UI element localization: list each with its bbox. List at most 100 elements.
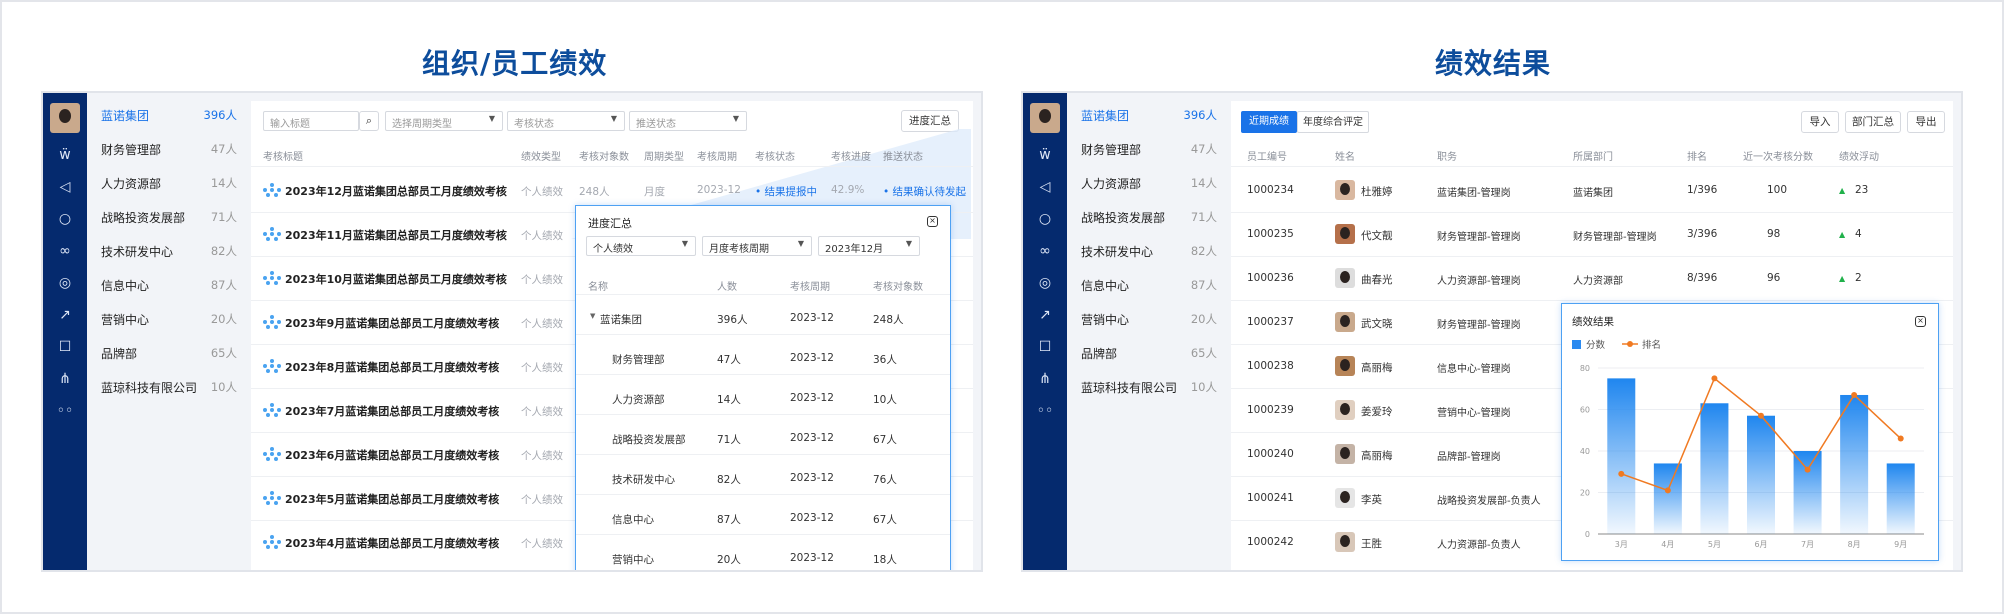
megaphone-icon[interactable]: ◁ [55, 177, 75, 197]
chart-icon[interactable]: ↗ [1035, 305, 1055, 325]
dept-item[interactable]: 营销中心 20人 [1081, 309, 1217, 329]
summary-row[interactable]: ▼ 蓝诺集团 396人 2023-12 248人 [576, 300, 950, 338]
dept-item[interactable]: 品牌部 65人 [101, 343, 237, 363]
dept-item[interactable]: 蓝琼科技有限公司 10人 [101, 377, 237, 397]
dept-item[interactable]: 技术研发中心 82人 [1081, 241, 1217, 261]
summary-objects: 36人 [873, 354, 897, 366]
target-icon[interactable]: ◎ [1035, 273, 1055, 293]
employee-name[interactable]: 代文靓 [1361, 228, 1393, 243]
employee-id: 1000241 [1247, 492, 1294, 504]
summary-row[interactable]: 营销中心 20人 2023-12 18人 [576, 540, 950, 570]
dept-item[interactable]: 战略投资发展部 71人 [101, 207, 237, 227]
dept-item[interactable]: 蓝诺集团 396人 [1081, 105, 1217, 125]
rank-point [1664, 487, 1671, 494]
org-icon[interactable]: ∞ [55, 241, 75, 261]
employee-name[interactable]: 姜爱玲 [1361, 404, 1393, 419]
employee-name[interactable]: 武文晓 [1361, 316, 1393, 331]
popup-col-people: 人数 [717, 282, 737, 293]
hierarchy-icon[interactable]: ⋔ [1035, 369, 1055, 389]
export-button[interactable]: 导出 [1907, 111, 1945, 133]
cycle-type-select[interactable]: 选择周期类型 ▼ [385, 111, 503, 131]
dept-item[interactable]: 品牌部 65人 [1081, 343, 1217, 363]
org-dots-icon [263, 315, 281, 329]
dept-item[interactable]: 蓝诺集团 396人 [101, 105, 237, 125]
x-tick-label: 8月 [1848, 540, 1861, 549]
dept-item[interactable]: 财务管理部 47人 [1081, 139, 1217, 159]
import-button[interactable]: 导入 [1801, 111, 1839, 133]
dept-item[interactable]: 人力资源部 14人 [101, 173, 237, 193]
summary-name: 技术研发中心 [612, 474, 675, 486]
push-status-select[interactable]: 推送状态 ▼ [629, 111, 747, 131]
summary-objects: 10人 [873, 394, 897, 406]
assessment-title[interactable]: 2023年10月蓝诺集团总部员工月度绩效考核 [285, 271, 507, 287]
dept-item[interactable]: 营销中心 20人 [101, 309, 237, 329]
assessment-title[interactable]: 2023年11月蓝诺集团总部员工月度绩效考核 [285, 227, 507, 243]
edit-icon[interactable]: ☐ [1035, 337, 1055, 357]
caret-down-icon[interactable]: ▼ [590, 312, 595, 320]
dept-item[interactable]: 技术研发中心 82人 [101, 241, 237, 261]
employee-name[interactable]: 王胜 [1361, 536, 1382, 551]
assessment-title[interactable]: 2023年7月蓝诺集团总部员工月度绩效考核 [285, 403, 499, 419]
dept-item[interactable]: 信息中心 87人 [1081, 275, 1217, 295]
search-icon[interactable]: ⌕ [359, 111, 379, 131]
review-status-select[interactable]: 考核状态 ▼ [507, 111, 625, 131]
rank-point [1897, 435, 1904, 442]
close-icon[interactable]: × [1915, 316, 1926, 327]
employee-name[interactable]: 杜雅婷 [1361, 184, 1393, 199]
popup-month-select[interactable]: 2023年12月 ▼ [818, 236, 920, 256]
tab-annual-review[interactable]: 年度综合评定 [1297, 111, 1369, 133]
summary-row[interactable]: 信息中心 87人 2023-12 67人 [576, 500, 950, 538]
employee-rank: 1/396 [1687, 184, 1718, 196]
close-icon[interactable]: × [927, 216, 938, 227]
popup-cycle-select[interactable]: 月度考核周期 ▼ [702, 236, 812, 256]
assessment-title[interactable]: 2023年5月蓝诺集团总部员工月度绩效考核 [285, 491, 499, 507]
popup-type-select[interactable]: 个人绩效 ▼ [586, 236, 696, 256]
logo-w-icon[interactable]: ẅ [55, 145, 75, 165]
user-avatar[interactable] [1030, 103, 1060, 133]
summary-objects: 67人 [873, 514, 897, 526]
bar [1886, 463, 1915, 534]
summary-row[interactable]: 财务管理部 47人 2023-12 36人 [576, 340, 950, 378]
stats-icon[interactable]: ◦◦ [55, 401, 75, 421]
hierarchy-icon[interactable]: ⋔ [55, 369, 75, 389]
user-icon[interactable]: ○ [55, 209, 75, 229]
user-avatar[interactable] [50, 103, 80, 133]
assessment-title[interactable]: 2023年8月蓝诺集团总部员工月度绩效考核 [285, 359, 499, 375]
rank-point [1711, 375, 1718, 382]
megaphone-icon[interactable]: ◁ [1035, 177, 1055, 197]
assessment-title[interactable]: 2023年6月蓝诺集团总部员工月度绩效考核 [285, 447, 499, 463]
employee-row[interactable]: 1000236 曲春光 人力资源部-管理岗 人力资源部 8/396 96 ▲ 2 [1231, 257, 1953, 301]
summary-row[interactable]: 人力资源部 14人 2023-12 10人 [576, 380, 950, 418]
chart-title: 绩效结果 [1572, 316, 1614, 328]
employee-name[interactable]: 曲春光 [1361, 272, 1393, 287]
tab-recent-scores[interactable]: 近期成绩 [1241, 111, 1297, 133]
assessment-type: 个人绩效 [521, 186, 563, 198]
employee-row[interactable]: 1000234 杜雅婷 蓝诺集团-管理岗 蓝诺集团 1/396 100 ▲ 23 [1231, 169, 1953, 213]
dept-item[interactable]: 战略投资发展部 71人 [1081, 207, 1217, 227]
employee-dept: 财务管理部-管理岗 [1573, 232, 1657, 243]
org-dots-icon [263, 227, 281, 241]
dept-item[interactable]: 信息中心 87人 [101, 275, 237, 295]
stats-icon[interactable]: ◦◦ [1035, 401, 1055, 421]
dept-item[interactable]: 人力资源部 14人 [1081, 173, 1217, 193]
dept-item[interactable]: 蓝琼科技有限公司 10人 [1081, 377, 1217, 397]
assessment-title[interactable]: 2023年4月蓝诺集团总部员工月度绩效考核 [285, 535, 499, 551]
title-search-input[interactable]: 输入标题 [263, 111, 359, 131]
user-icon[interactable]: ○ [1035, 209, 1055, 229]
summary-row[interactable]: 战略投资发展部 71人 2023-12 67人 [576, 420, 950, 458]
org-icon[interactable]: ∞ [1035, 241, 1055, 261]
dept-item[interactable]: 财务管理部 47人 [101, 139, 237, 159]
assessment-title[interactable]: 2023年9月蓝诺集团总部员工月度绩效考核 [285, 315, 499, 331]
dept-summary-button[interactable]: 部门汇总 [1845, 111, 1901, 133]
employee-job: 人力资源部-负责人 [1437, 540, 1521, 551]
target-icon[interactable]: ◎ [55, 273, 75, 293]
employee-name[interactable]: 高丽梅 [1361, 448, 1393, 463]
summary-row[interactable]: 技术研发中心 82人 2023-12 76人 [576, 460, 950, 498]
employee-name[interactable]: 李英 [1361, 492, 1382, 507]
assessment-title[interactable]: 2023年12月蓝诺集团总部员工月度绩效考核 [285, 183, 507, 199]
logo-w-icon[interactable]: ẅ [1035, 145, 1055, 165]
edit-icon[interactable]: ☐ [55, 337, 75, 357]
employee-row[interactable]: 1000235 代文靓 财务管理部-管理岗 财务管理部-管理岗 3/396 98 ▲ 4 [1231, 213, 1953, 257]
chart-icon[interactable]: ↗ [55, 305, 75, 325]
employee-name[interactable]: 高丽梅 [1361, 360, 1393, 375]
